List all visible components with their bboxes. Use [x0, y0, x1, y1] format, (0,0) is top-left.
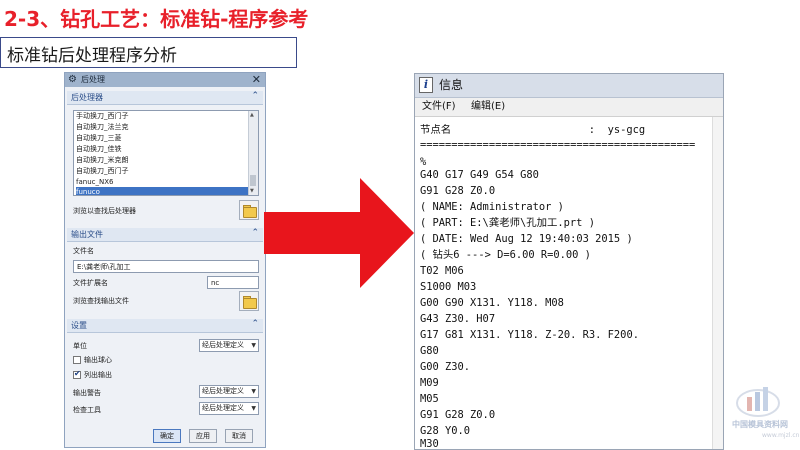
chevron-up-icon[interactable]: ⌃	[251, 227, 259, 240]
dialog-titlebar[interactable]: ⚙ 后处理 ✕	[65, 73, 265, 87]
browse-postprocessor-label: 浏览以查找后处理器	[73, 207, 136, 215]
browse-output-label: 浏览查找输出文件	[73, 297, 129, 305]
info-line: ( NAME: Administrator )	[420, 201, 564, 213]
browse-output-button[interactable]	[239, 291, 259, 311]
check-tool-label: 检查工具	[73, 406, 101, 414]
filename-label: 文件名	[73, 247, 94, 255]
list-item[interactable]: 自动换刀_米克朗	[76, 155, 248, 166]
section-postprocessor-header[interactable]: 后处理器 ⌃	[67, 91, 263, 105]
output-warning-select[interactable]: 经后处理定义 ▼	[199, 385, 259, 398]
file-extension-input[interactable]: nc	[207, 276, 259, 289]
section-output-title: 输出文件	[71, 230, 103, 239]
info-line: ( DATE: Wed Aug 12 19:40:03 2015 )	[420, 233, 633, 245]
chevron-down-icon: ▼	[251, 388, 256, 395]
info-line: G17 G81 X131. Y118. Z-20. R3. F200.	[420, 329, 639, 341]
chevron-down-icon: ▼	[251, 342, 256, 349]
output-warning-select-value: 经后处理定义	[202, 387, 244, 395]
list-item[interactable]: 自动换刀_法兰克	[76, 122, 248, 133]
info-line: T02 M06	[420, 265, 464, 277]
postprocess-dialog: ⚙ 后处理 ✕ 后处理器 ⌃ 手动换刀_西门子 自动换刀_法兰克 自动换刀_三菱…	[64, 72, 266, 448]
info-line: M30	[420, 438, 439, 450]
filename-input[interactable]: E:\龚老师\孔加工	[73, 260, 259, 273]
list-item[interactable]: 手动换刀_西门子	[76, 111, 248, 122]
info-line: M05	[420, 393, 439, 405]
watermark-text: 中国模具资料网	[732, 420, 788, 429]
list-item[interactable]: 自动换刀_西门子	[76, 166, 248, 177]
section-postprocessor-title: 后处理器	[71, 93, 103, 102]
check-tool-select[interactable]: 经后处理定义 ▼	[199, 402, 259, 415]
red-arrow-icon	[264, 178, 414, 288]
unit-select[interactable]: 经后处理定义 ▼	[199, 339, 259, 352]
info-titlebar[interactable]: i 信息	[415, 74, 723, 98]
list-item[interactable]: 自动换刀_三菱	[76, 133, 248, 144]
info-menubar: 文件(F) 编辑(E)	[415, 98, 723, 117]
chevron-down-icon: ▼	[251, 405, 256, 412]
info-line: S1000 M03	[420, 281, 477, 293]
postprocessor-list[interactable]: 手动换刀_西门子 自动换刀_法兰克 自动换刀_三菱 自动换刀_佳铁 自动换刀_米…	[73, 110, 259, 196]
list-scrollbar[interactable]: ▲ ▼	[248, 111, 258, 195]
info-line: M09	[420, 377, 439, 389]
info-title: 信息	[439, 78, 464, 92]
check-tool-select-value: 经后处理定义	[202, 404, 244, 412]
section-settings-title: 设置	[71, 321, 87, 330]
slide-subtitle: 标准钻后处理程序分析	[7, 46, 177, 66]
output-ball-center-checkbox[interactable]	[73, 356, 81, 364]
scroll-up-icon[interactable]: ▲	[250, 111, 254, 119]
list-item-selected[interactable]: funuco	[76, 187, 248, 195]
list-item[interactable]: 自动换刀_佳铁	[76, 144, 248, 155]
apply-button[interactable]: 应用	[189, 429, 217, 443]
dialog-title: 后处理	[81, 75, 105, 84]
info-line: G80	[420, 345, 439, 357]
info-line: ========================================…	[420, 139, 696, 151]
watermark-logo-icon	[736, 387, 780, 417]
output-ball-center-label: 输出球心	[84, 356, 112, 364]
info-line: G91 G28 Z0.0	[420, 409, 496, 421]
info-line: ( PART: E:\龚老师\孔加工.prt )	[420, 217, 595, 229]
menu-edit[interactable]: 编辑(E)	[471, 101, 505, 113]
chevron-up-icon[interactable]: ⌃	[251, 318, 259, 331]
unit-label: 单位	[73, 342, 87, 350]
list-output-checkbox[interactable]: ✔	[73, 369, 81, 379]
info-line: G00 G90 X131. Y118. M08	[420, 297, 564, 309]
info-line: G40 G17 G49 G54 G80	[420, 169, 539, 181]
info-scrollbar[interactable]	[712, 117, 723, 449]
file-extension-label: 文件扩展名	[73, 279, 108, 287]
info-line: G00 Z30.	[420, 361, 471, 373]
scroll-down-icon[interactable]: ▼	[250, 187, 254, 195]
section-output-header[interactable]: 输出文件 ⌃	[67, 228, 263, 242]
slide-title: 2-3、钻孔工艺：标准钻-程序参考	[4, 7, 309, 31]
subtitle-box: 标准钻后处理程序分析	[0, 37, 297, 68]
info-line: G91 G28 Z0.0	[420, 185, 496, 197]
info-icon: i	[419, 77, 433, 93]
unit-select-value: 经后处理定义	[202, 341, 244, 349]
info-window: i 信息 文件(F) 编辑(E) 节点名 : ys-gcg ==========…	[414, 73, 724, 450]
close-icon[interactable]: ✕	[252, 73, 261, 86]
checkmark-icon: ✔	[74, 369, 81, 378]
section-settings-header[interactable]: 设置 ⌃	[67, 319, 263, 333]
scroll-thumb[interactable]	[250, 175, 256, 186]
browse-postprocessor-button[interactable]	[239, 200, 259, 220]
cancel-button[interactable]: 取消	[225, 429, 253, 443]
list-output-label: 列出输出	[84, 371, 112, 379]
output-warning-label: 输出警告	[73, 389, 101, 397]
gear-icon: ⚙	[68, 74, 77, 85]
info-line: G43 Z30. H07	[420, 313, 496, 325]
menu-file[interactable]: 文件(F)	[422, 101, 456, 113]
watermark-url: www.mjzl.cn	[762, 432, 800, 439]
info-line: ( 钻头6 ---> D=6.00 R=0.00 )	[420, 249, 591, 261]
info-line: 节点名 : ys-gcg	[420, 124, 646, 136]
ok-button[interactable]: 确定	[153, 429, 181, 443]
chevron-up-icon[interactable]: ⌃	[251, 90, 259, 103]
